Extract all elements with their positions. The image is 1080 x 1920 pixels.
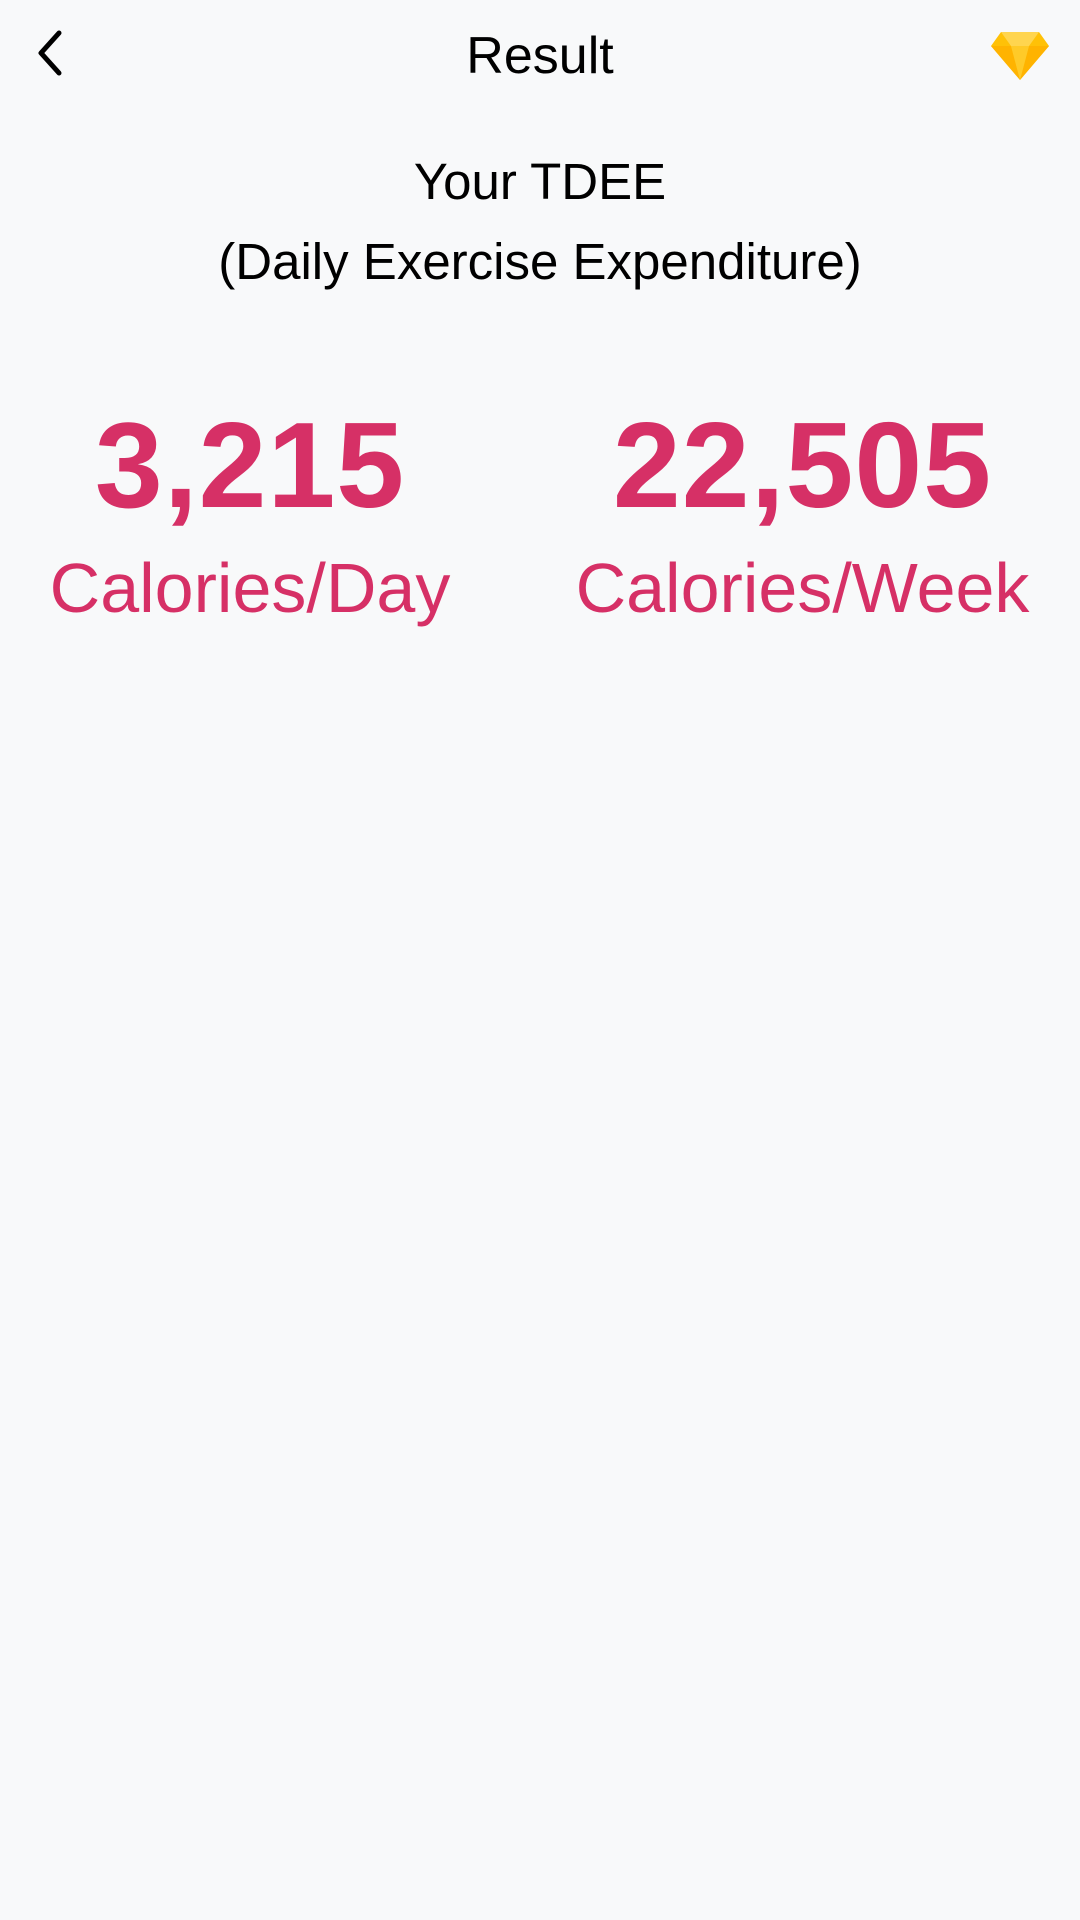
weekly-calories-unit: Calories/Week (575, 549, 1030, 627)
weekly-calories-stat: 22,505 Calories/Week (540, 400, 1065, 628)
daily-calories-value: 3,215 (94, 397, 406, 533)
page-title: Result (466, 27, 614, 85)
weekly-calories-value: 22,505 (612, 397, 993, 533)
diamond-icon (991, 32, 1049, 80)
tdee-subheading: (Daily Exercise Expenditure) (218, 233, 862, 290)
daily-calories-stat: 3,215 Calories/Day (0, 400, 500, 628)
app-bar: Result (0, 0, 1080, 112)
tdee-heading: Your TDEE (413, 153, 667, 210)
premium-button[interactable] (984, 24, 1056, 88)
daily-calories-unit: Calories/Day (49, 549, 451, 627)
